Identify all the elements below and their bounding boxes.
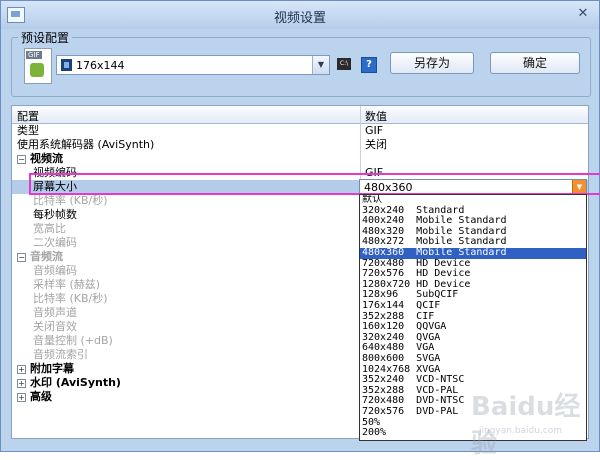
dropdown-option[interactable]: 480x360 Mobile Standard [360,248,586,259]
row-name: 附加字幕 [30,362,74,375]
ok-button[interactable]: 确定 [490,52,580,74]
row-name: 水印 (AviSynth) [30,376,121,389]
baidu-watermark: Baidu经验 [471,392,581,459]
column-header-value[interactable]: 数值 [365,108,387,124]
dropdown-option[interactable]: 800x600 SVGA [360,354,586,365]
highlight-annotation [29,173,600,195]
row-value: 关闭 [365,138,387,151]
row-name: 比特率 (KB/秒) [33,292,108,305]
collapse-icon[interactable]: − [17,253,26,262]
category-row-video[interactable]: − 视频流 [12,152,588,166]
row-name: 宽高比 [33,222,66,235]
title-bar[interactable]: 视频设置 ✕ [1,1,599,29]
row-name: 音频流索引 [33,348,88,361]
gif-format-icon[interactable]: GIF [24,48,52,84]
gif-format-tag: GIF [26,51,42,59]
help-icon[interactable]: ? [361,57,377,73]
film-icon [61,59,72,71]
chevron-down-icon[interactable]: ▼ [312,56,329,74]
grid-header: 配置 数值 [12,106,588,124]
row-name: 音频编码 [33,264,77,277]
row-value: GIF [365,124,384,137]
preset-value: 176x144 [76,59,125,72]
row-name: 使用系统解码器 (AviSynth) [17,138,155,151]
row-name: 音量控制 (+dB) [33,334,113,347]
grid-row[interactable]: 使用系统解码器 (AviSynth) 关闭 [12,138,588,152]
preset-group-label: 预设配置 [18,29,73,46]
dropdown-option[interactable]: 176x144 QCIF [360,301,586,312]
expand-icon[interactable]: + [17,379,26,388]
row-name: 视频流 [30,152,63,165]
save-as-button[interactable]: 另存为 [390,52,474,74]
preset-select[interactable]: 176x144 ▼ [56,55,330,75]
row-name: 类型 [17,124,39,137]
close-icon[interactable]: ✕ [575,6,591,22]
command-prompt-icon[interactable]: C:\ [337,58,351,70]
dropdown-option[interactable]: 默认 [360,195,586,206]
row-name: 关闭音效 [33,320,77,333]
leaf-icon [30,63,44,77]
video-settings-window: 视频设置 ✕ 预设配置 GIF 176x144 ▼ C:\ ? 另存为 确定 配… [0,0,600,459]
row-name: 比特率 (KB/秒) [33,194,108,207]
expand-icon[interactable]: + [17,393,26,402]
row-name: 二次编码 [33,236,77,249]
column-header-name[interactable]: 配置 [17,108,39,124]
watermark-url: jingyan.baidu.com [479,426,563,436]
window-title: 视频设置 [273,11,326,26]
preset-group: 预设配置 GIF 176x144 ▼ C:\ ? 另存为 确定 [11,29,591,97]
row-name: 高级 [30,390,52,403]
expand-icon[interactable]: + [17,365,26,374]
row-name: 每秒帧数 [33,208,77,221]
collapse-icon[interactable]: − [17,155,26,164]
grid-row[interactable]: 类型 GIF [12,124,588,138]
row-name: 音频声道 [33,306,77,319]
row-name: 采样率 (赫兹) [33,278,101,291]
row-name: 音频流 [30,250,63,263]
